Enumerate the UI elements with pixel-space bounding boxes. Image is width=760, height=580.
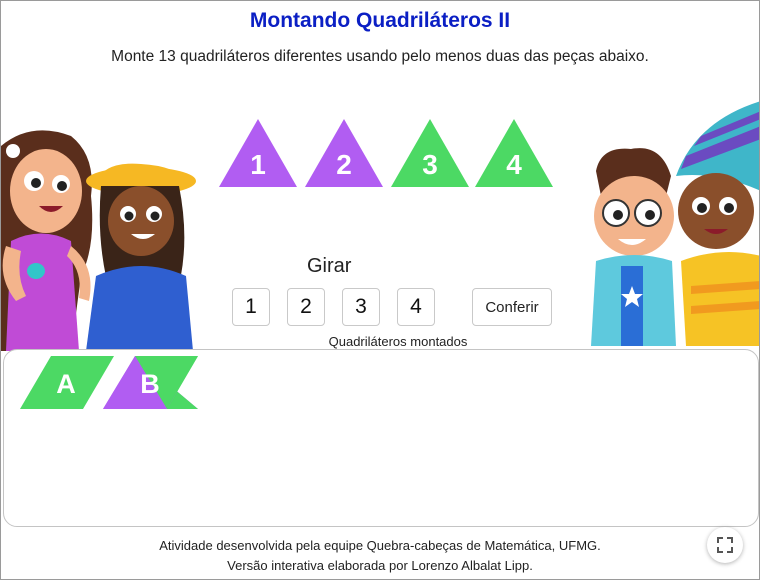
piece-label: 3 — [422, 149, 438, 180]
page-title: Montando Quadriláteros II — [249, 9, 511, 32]
assembled-shape-a[interactable]: A — [20, 356, 115, 410]
credits-line-1: Atividade desenvolvida pela equipe Quebr… — [159, 538, 601, 553]
children-illustration-left — [1, 130, 196, 351]
rotate-button-2[interactable]: 2 — [287, 288, 325, 326]
piece-4[interactable]: 4 — [475, 119, 553, 189]
assembled-shape-b[interactable]: B — [103, 356, 199, 410]
app-window: Montando Quadriláteros II Monte 13 quadr… — [0, 0, 760, 580]
instruction-text: Monte 13 quadriláteros diferentes usando… — [111, 48, 649, 65]
check-button[interactable]: Conferir — [472, 288, 552, 326]
piece-3[interactable]: 3 — [391, 119, 469, 189]
children-illustration-right — [591, 101, 759, 346]
rotate-label: Girar — [307, 255, 352, 277]
rotate-button-4[interactable]: 4 — [397, 288, 435, 326]
piece-label: 4 — [506, 149, 522, 180]
shape-label: B — [140, 369, 160, 399]
credits-line-2: Versão interativa elaborada por Lorenzo … — [227, 558, 533, 573]
fullscreen-icon — [717, 537, 733, 553]
fullscreen-button[interactable] — [707, 527, 743, 563]
assembled-label: Quadriláteros montados — [328, 334, 468, 349]
shape-label: A — [56, 369, 76, 399]
rotate-button-3[interactable]: 3 — [342, 288, 380, 326]
piece-label: 2 — [336, 149, 352, 180]
piece-1[interactable]: 1 — [219, 119, 297, 189]
piece-label: 1 — [250, 149, 266, 180]
rotate-button-1[interactable]: 1 — [232, 288, 270, 326]
piece-2[interactable]: 2 — [305, 119, 383, 189]
